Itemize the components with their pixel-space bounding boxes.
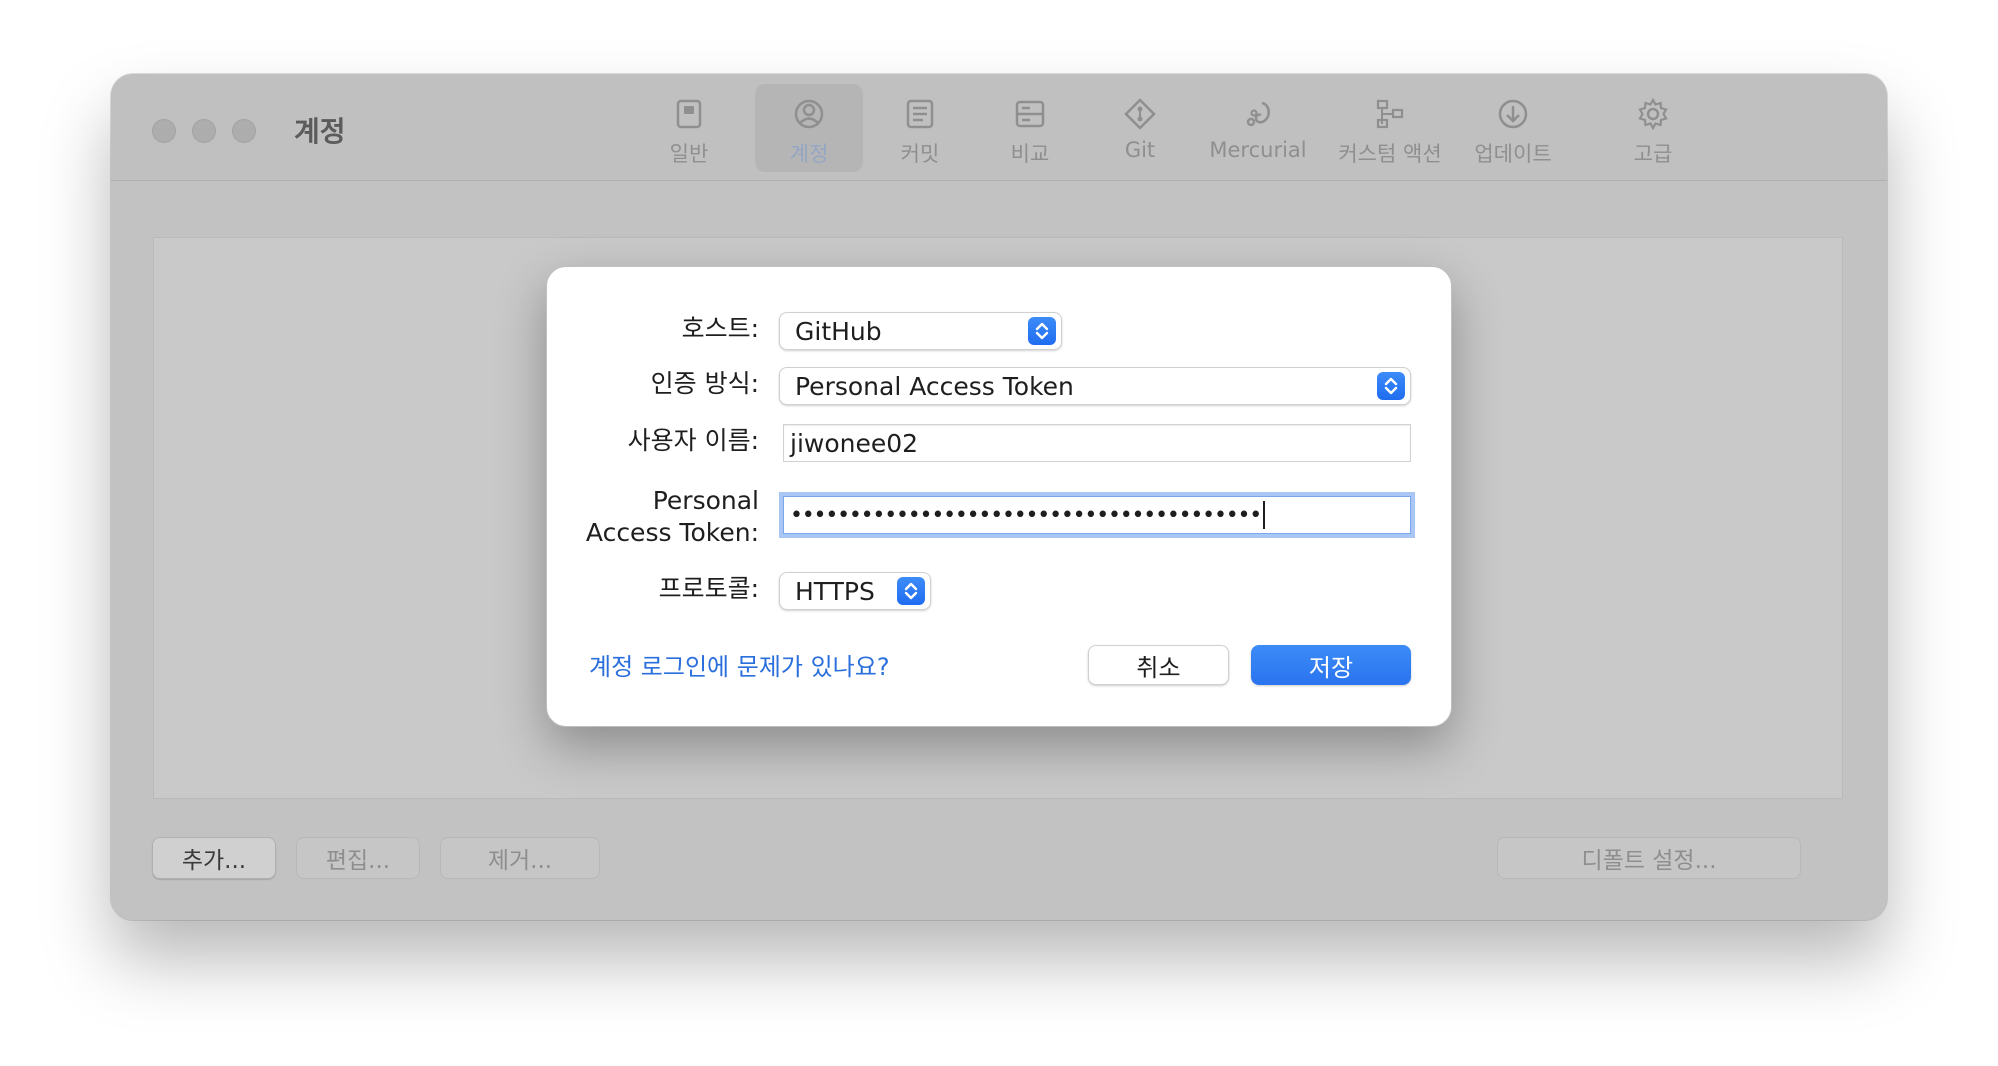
window-title: 계정 [294,115,346,148]
git-icon [1124,98,1156,130]
token-label-line2: Access Token: [585,518,759,547]
tab-general-label: 일반 [669,142,709,166]
token-label-line1: Personal [652,486,759,515]
cancel-button[interactable]: 취소 [1088,645,1229,685]
tab-diff[interactable]: 비교 [990,84,1070,172]
tab-general[interactable]: 일반 [649,84,729,172]
tab-commit-label: 커밋 [900,142,940,166]
general-icon [676,99,702,129]
tab-accounts-label: 계정 [789,142,829,166]
tab-accounts[interactable]: 계정 [755,84,863,172]
account-dialog: 호스트: GitHub 인증 방식: Personal Access Token… [546,266,1452,727]
tab-diff-label: 비교 [1010,142,1050,166]
update-icon [1498,99,1528,129]
tab-advanced[interactable]: 고급 [1613,84,1693,172]
tab-mercurial[interactable]: Mercurial [1195,84,1321,172]
zoom-window-button[interactable] [232,119,256,143]
mercurial-icon [1246,101,1270,127]
tab-git[interactable]: Git [1100,84,1180,172]
host-stepper-icon [1028,317,1056,345]
tab-update[interactable]: 업데이트 [1459,84,1567,172]
auth-stepper-icon [1377,372,1405,400]
protocol-select-value: HTTPS [795,576,875,606]
tab-commit[interactable]: 커밋 [880,84,960,172]
text-caret [1263,501,1266,529]
host-select[interactable]: GitHub [779,312,1062,350]
token-field[interactable]: •••••••••••••••••••••••••••••••••••••••• [783,496,1411,534]
token-field-value: •••••••••••••••••••••••••••••••••••••••• [790,502,1262,528]
minimize-window-button[interactable] [192,119,216,143]
tab-git-label: Git [1124,138,1156,162]
tab-update-label: 업데이트 [1474,142,1552,166]
protocol-select[interactable]: HTTPS [779,572,931,610]
auth-method-value: Personal Access Token [795,371,1074,401]
protocol-stepper-icon [897,577,925,605]
auth-method-select[interactable]: Personal Access Token [779,367,1411,405]
remove-account-button[interactable]: 제거... [440,837,600,879]
host-label: 호스트: [681,314,759,343]
title-bar: 계정 일반 계정 커밋 비교 Git Mercurial 커스텀 액션 업데이트… [111,74,1887,181]
accounts-icon [794,99,824,129]
username-field[interactable]: jiwonee02 [783,424,1411,462]
host-select-value: GitHub [795,316,882,346]
commit-icon [906,99,934,129]
tab-advanced-label: 고급 [1633,142,1673,166]
tab-custom-actions-label: 커스텀 액션 [1338,142,1442,166]
set-default-button[interactable]: 디폴트 설정... [1497,837,1801,879]
tab-custom-actions[interactable]: 커스텀 액션 [1321,84,1459,172]
close-window-button[interactable] [152,119,176,143]
username-label: 사용자 이름: [627,426,759,455]
custom-actions-icon [1376,99,1404,129]
edit-account-button[interactable]: 편집... [296,837,420,879]
gear-icon [1638,97,1668,131]
diff-icon [1015,100,1045,128]
auth-method-label: 인증 방식: [650,369,759,398]
login-help-link[interactable]: 계정 로그인에 문제가 있나요? [589,647,890,682]
add-account-button[interactable]: 추가... [152,837,276,879]
protocol-label: 프로토콜: [658,574,759,603]
save-button[interactable]: 저장 [1251,645,1411,685]
tab-mercurial-label: Mercurial [1209,138,1307,162]
